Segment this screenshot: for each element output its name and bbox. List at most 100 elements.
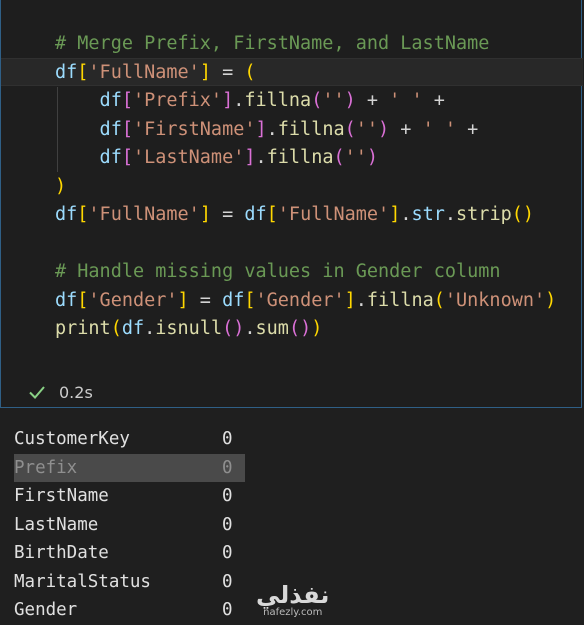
- output-row: Gender 0: [14, 596, 245, 625]
- code-token: sum: [255, 318, 289, 339]
- code-line: df['Gender'] = df['Gender'].fillna('Unkn…: [55, 287, 556, 316]
- output-value: 0: [222, 514, 233, 535]
- code-token: .: [355, 289, 367, 311]
- code-token: ): [366, 147, 379, 168]
- code-token: df: [121, 318, 145, 339]
- code-cell[interactable]: # Merge Prefix, FirstName, and LastName d…: [0, 0, 583, 408]
- code-token: ]: [244, 147, 256, 168]
- output-value: 0: [222, 457, 233, 478]
- watermark-url: nafezly.com: [263, 607, 323, 618]
- output-value: 0: [222, 486, 233, 506]
- code-token: 'LastName': [132, 147, 245, 168]
- code-token: # Merge Prefix, FirstName, and LastName: [55, 33, 490, 54]
- output-key: BirthDate: [14, 543, 109, 563]
- code-token: ]: [199, 204, 211, 225]
- code-token: ): [378, 118, 390, 140]
- code-token: =: [210, 61, 245, 83]
- code-token: 'FullName': [277, 204, 390, 225]
- code-token: df: [222, 289, 245, 311]
- output-value: 0: [222, 571, 233, 592]
- code-token: ' ': [389, 90, 423, 111]
- watermark-logo: نفذلي: [256, 581, 330, 609]
- code-line: # Handle missing values in Gender column: [55, 258, 556, 287]
- code-line: # Merge Prefix, FirstName, and LastName: [55, 30, 556, 59]
- code-token: df: [55, 289, 78, 311]
- code-token: [: [77, 61, 89, 83]
- code-token: '': [322, 90, 345, 111]
- code-token: .: [266, 118, 278, 140]
- code-line: df['LastName'].fillna(''): [55, 144, 556, 173]
- cell-output: CustomerKey 0 Prefix 0 FirstName 0 LastName 0 Bi…: [14, 425, 245, 625]
- code-line: print(df.isnull().sum()): [55, 315, 556, 344]
- code-line: df['FullName'] = (: [55, 59, 556, 88]
- output-key: CustomerKey: [14, 429, 130, 449]
- code-token: df: [55, 90, 122, 111]
- code-token: (: [244, 61, 256, 83]
- code-token: 'FullName': [88, 204, 200, 225]
- output-key: LastName: [14, 514, 99, 535]
- code-token: ): [311, 318, 323, 339]
- code-token: ): [545, 289, 557, 311]
- code-token: (: [288, 318, 301, 339]
- code-token: 'Prefix': [132, 90, 223, 111]
- code-token: 'Gender': [88, 289, 178, 311]
- code-token: ]: [344, 289, 356, 311]
- output-key: FirstName: [14, 486, 109, 506]
- code-token: df: [244, 204, 267, 225]
- code-token: ]: [255, 118, 267, 140]
- code-token: fillna: [266, 147, 334, 168]
- code-token: ]: [199, 61, 211, 83]
- output-value: 0: [222, 600, 233, 620]
- code-token: [: [121, 90, 133, 111]
- code-token: '': [355, 118, 379, 140]
- code-token: .: [144, 318, 156, 339]
- code-token: +: [389, 118, 423, 140]
- code-token: ]: [389, 204, 401, 225]
- code-token: (: [311, 90, 323, 111]
- code-token: df: [55, 204, 78, 225]
- code-token: +: [355, 90, 390, 111]
- code-token: df: [55, 61, 78, 83]
- code-token: .: [444, 204, 457, 225]
- code-token: [: [77, 289, 89, 311]
- code-token: # Handle missing values in Gender column: [55, 261, 501, 282]
- code-token: (: [344, 118, 356, 140]
- code-token: (): [511, 204, 535, 225]
- output-key: Gender: [14, 600, 78, 620]
- code-token: .: [400, 204, 412, 225]
- code-line: df['FullName'] = df['FullName'].str.stri…: [55, 201, 556, 230]
- code-token: fillna: [277, 118, 345, 140]
- code-token: ): [300, 318, 312, 339]
- code-token: strip: [456, 204, 512, 225]
- code-token: ' ': [422, 118, 457, 140]
- code-token: .: [233, 90, 245, 111]
- output-row: Prefix 0: [14, 453, 245, 482]
- code-token: =: [210, 204, 245, 225]
- output-row: FirstName 0: [14, 482, 245, 511]
- check-icon: [29, 386, 45, 399]
- code-token: df: [55, 118, 122, 140]
- code-editor[interactable]: # Merge Prefix, FirstName, and LastName d…: [55, 30, 556, 344]
- execution-time: 0.2s: [59, 382, 93, 402]
- output-row: MaritalStatus 0: [14, 568, 245, 597]
- code-token: (: [222, 318, 234, 339]
- code-token: 'Unknown': [444, 289, 546, 311]
- code-line: df['Prefix'].fillna('') + ' ' +: [55, 87, 556, 116]
- code-token: =: [188, 289, 223, 311]
- code-token: (: [110, 318, 122, 339]
- output-value: 0: [222, 429, 233, 449]
- code-token: 'FullName': [88, 61, 200, 83]
- code-token: ]: [222, 90, 234, 111]
- output-value: 0: [222, 543, 233, 563]
- code-token: +: [456, 118, 479, 140]
- code-token: isnull: [155, 318, 223, 339]
- code-token: fillna: [366, 289, 434, 311]
- code-token: ): [233, 318, 245, 339]
- code-token: ): [55, 175, 67, 197]
- code-token: [: [77, 204, 89, 225]
- code-token: [: [244, 289, 256, 311]
- code-token: print: [55, 318, 111, 339]
- code-token: str: [411, 204, 445, 225]
- code-token: +: [422, 90, 445, 111]
- code-line: df['FirstName'].fillna('') + ' ' +: [55, 116, 556, 145]
